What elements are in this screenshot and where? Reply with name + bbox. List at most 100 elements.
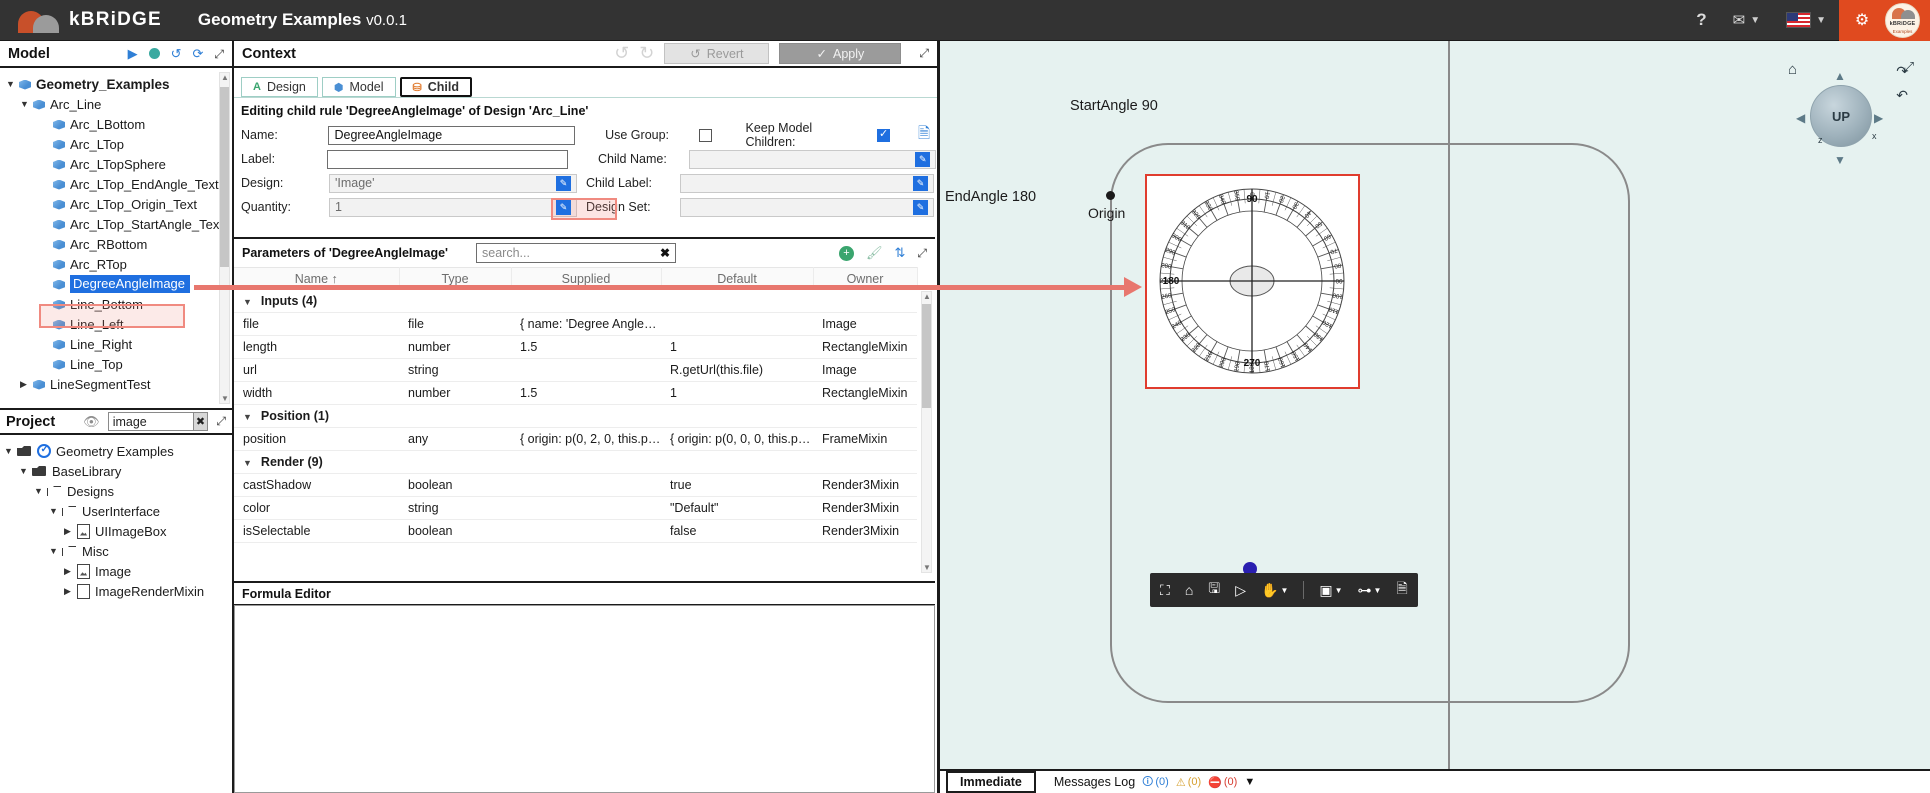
play-icon[interactable]: ▶ bbox=[128, 47, 138, 60]
scroll-up-icon[interactable]: ▲ bbox=[923, 292, 931, 301]
model-tree-scrollbar[interactable]: ▲ ▼ bbox=[219, 72, 230, 404]
project-tree-item[interactable]: ▼ Misc bbox=[4, 541, 232, 561]
parameters-scrollbar[interactable]: ▲ ▼ bbox=[921, 291, 932, 573]
mail-icon[interactable]: ✉ ▼ bbox=[1720, 0, 1773, 41]
expand-icon[interactable]: ⤢ bbox=[216, 414, 226, 429]
project-tree-item[interactable]: ▼ UserInterface bbox=[4, 501, 232, 521]
project-tree-item[interactable]: ▼ Geometry Examples bbox=[4, 441, 232, 461]
eye-off-icon[interactable]: 👁 bbox=[83, 414, 100, 430]
project-search-clear-button[interactable]: ✖ bbox=[193, 412, 209, 431]
project-tree-item[interactable]: ▶ ImageRenderMixin bbox=[4, 581, 232, 601]
project-tree-item[interactable]: ▼ Designs bbox=[4, 481, 232, 501]
help-icon[interactable]: ? bbox=[1683, 0, 1719, 41]
chevron-down-icon[interactable]: ▼ bbox=[1244, 776, 1255, 788]
arrow-right-icon[interactable]: ▶ bbox=[1874, 111, 1883, 125]
arrow-down-icon[interactable]: ▼ bbox=[1834, 153, 1846, 167]
tree-twisty-icon[interactable]: ▶ bbox=[64, 526, 77, 537]
model-tree-item[interactable]: Arc_LTop bbox=[6, 134, 232, 154]
immediate-tab[interactable]: Immediate bbox=[946, 771, 1036, 793]
redo-icon[interactable]: ↻ bbox=[639, 43, 654, 64]
model-tree-item[interactable]: Arc_LTop_StartAngle_Text bbox=[6, 214, 232, 234]
refresh-icon[interactable]: ⟳ bbox=[192, 47, 203, 60]
add-parameter-icon[interactable]: + bbox=[838, 245, 854, 261]
info-badge[interactable]: 🛈 (0) bbox=[1142, 773, 1169, 792]
tree-twisty-icon[interactable]: ▼ bbox=[34, 486, 47, 496]
settings-button[interactable]: ⚙ bbox=[1839, 0, 1885, 41]
use-group-checkbox[interactable] bbox=[698, 128, 712, 142]
scroll-down-icon[interactable]: ▼ bbox=[221, 394, 229, 403]
table-row[interactable]: color string "Default" Render3Mixin bbox=[234, 496, 917, 520]
parameter-group-row[interactable]: ▼ Position (1) bbox=[234, 404, 917, 428]
sort-az-icon[interactable]: ⇅ bbox=[894, 245, 905, 261]
table-row[interactable]: width number 1.5 1 RectangleMixin bbox=[234, 381, 917, 405]
tree-twisty-icon[interactable]: ▼ bbox=[49, 546, 62, 556]
language-selector[interactable]: ▼ bbox=[1773, 0, 1839, 41]
model-tree-item[interactable]: ▶ LineSegmentTest bbox=[6, 374, 232, 394]
child-name-input[interactable] bbox=[689, 149, 937, 169]
formula-editor-body[interactable] bbox=[234, 605, 935, 793]
save-icon[interactable]: 🖫 bbox=[1208, 578, 1220, 602]
tree-twisty-icon[interactable]: ▼ bbox=[4, 446, 17, 456]
parameters-search-input[interactable]: search... bbox=[482, 246, 530, 260]
chevron-down-icon[interactable]: ▼ bbox=[243, 297, 252, 307]
scroll-up-icon[interactable]: ▲ bbox=[221, 73, 229, 82]
table-row[interactable]: isSelectable boolean false Render3Mixin bbox=[234, 519, 917, 543]
scrollbar-thumb[interactable] bbox=[922, 304, 931, 408]
model-tree-item[interactable]: Arc_LBottom bbox=[6, 114, 232, 134]
rotate-right-icon[interactable]: ↷ bbox=[1896, 63, 1908, 80]
model-tree-item[interactable]: DegreeAngleImage bbox=[6, 274, 232, 294]
document-icon[interactable]: 🗎 bbox=[918, 123, 930, 148]
model-tree-item[interactable]: Line_Left bbox=[6, 314, 232, 334]
tab-design[interactable]: A Design bbox=[241, 77, 318, 97]
model-tree-item[interactable]: Line_Top bbox=[6, 354, 232, 374]
model-tree-item[interactable]: Arc_LTop_Origin_Text bbox=[6, 194, 232, 214]
fit-icon[interactable]: ⛶ bbox=[1160, 582, 1170, 599]
expand-icon[interactable]: ⤢ bbox=[919, 46, 929, 61]
arrow-up-icon[interactable]: ▲ bbox=[1834, 69, 1846, 83]
error-badge[interactable]: ⛔ (0) bbox=[1208, 776, 1237, 789]
design-edit-icon[interactable]: ✎ bbox=[556, 175, 571, 191]
rotate-left-icon[interactable]: ↶ bbox=[1896, 87, 1908, 104]
project-tree-item[interactable]: ▼ BaseLibrary bbox=[4, 461, 232, 481]
messages-log-tab[interactable]: Messages Log 🛈 (0) ⚠ (0) ⛔ (0) ▼ bbox=[1046, 771, 1263, 793]
parameter-group-row[interactable]: ▼ Render (9) bbox=[234, 450, 917, 474]
model-tree-item[interactable]: ▼ Arc_Line bbox=[6, 94, 232, 114]
model-tree-item[interactable]: Line_Right bbox=[6, 334, 232, 354]
tree-twisty-icon[interactable]: ▼ bbox=[6, 79, 19, 89]
model-tree-item[interactable]: Arc_LTop_EndAngle_Text bbox=[6, 174, 232, 194]
tab-child[interactable]: ⛁ Child bbox=[399, 77, 472, 97]
clean-icon[interactable]: 🖌 bbox=[866, 245, 883, 261]
model-tree-item[interactable]: Arc_LTopSphere bbox=[6, 154, 232, 174]
quantity-input[interactable]: 1 bbox=[329, 197, 577, 217]
table-row[interactable]: url string R.getUrl(this.file) Image bbox=[234, 358, 917, 382]
box-select-icon[interactable]: ▣ ▼ bbox=[1319, 582, 1342, 599]
tree-twisty-icon[interactable]: ▼ bbox=[49, 506, 62, 516]
apply-button[interactable]: ✓ Apply bbox=[779, 43, 902, 64]
status-dot-icon[interactable] bbox=[148, 48, 160, 59]
tree-twisty-icon[interactable]: ▶ bbox=[20, 379, 33, 390]
arrow-left-icon[interactable]: ◀ bbox=[1796, 111, 1805, 125]
chevron-down-icon[interactable]: ▼ bbox=[243, 412, 252, 422]
history-icon[interactable]: ↺ bbox=[171, 47, 182, 60]
home-icon[interactable]: ⌂ bbox=[1788, 61, 1797, 78]
scroll-down-icon[interactable]: ▼ bbox=[923, 563, 931, 572]
table-row[interactable]: position any{ origin: p(0, 2, 0, this.par… bbox=[234, 427, 917, 451]
design-input[interactable]: 'Image' bbox=[329, 173, 577, 193]
degree-angle-image[interactable]: 0 10 20 30 40 50 60 70 80 90 100 110 120 130 140 150 160… bbox=[1145, 174, 1360, 389]
keep-model-children-checkbox[interactable] bbox=[877, 127, 890, 142]
chevron-down-icon[interactable]: ▼ bbox=[243, 458, 252, 468]
project-tree-item[interactable]: ▶ Image bbox=[4, 561, 232, 581]
view-orientation-cube[interactable]: ⌂ ⤢ ↷ ↶ ▲ ▼ ◀ ▶ UP z x bbox=[1780, 57, 1914, 185]
design-set-edit-icon[interactable]: ✎ bbox=[913, 199, 928, 215]
warning-badge[interactable]: ⚠ (0) bbox=[1176, 776, 1201, 789]
project-tree-item[interactable]: ▶ UIImageBox bbox=[4, 521, 232, 541]
tab-model[interactable]: ⬢ Model bbox=[321, 77, 396, 97]
model-tree-item[interactable]: ▼ Geometry_Examples bbox=[6, 74, 232, 94]
child-label-edit-icon[interactable]: ✎ bbox=[913, 175, 928, 191]
name-input[interactable]: DegreeAngleImage bbox=[328, 125, 576, 145]
tree-twisty-icon[interactable]: ▼ bbox=[20, 99, 33, 109]
table-row[interactable]: length number 1.5 1 RectangleMixin bbox=[234, 335, 917, 359]
tree-twisty-icon[interactable]: ▶ bbox=[64, 566, 77, 577]
design-set-input[interactable] bbox=[680, 197, 934, 217]
table-row[interactable]: filefile{ name: 'Degree Angles.jpg', i..… bbox=[234, 312, 917, 336]
